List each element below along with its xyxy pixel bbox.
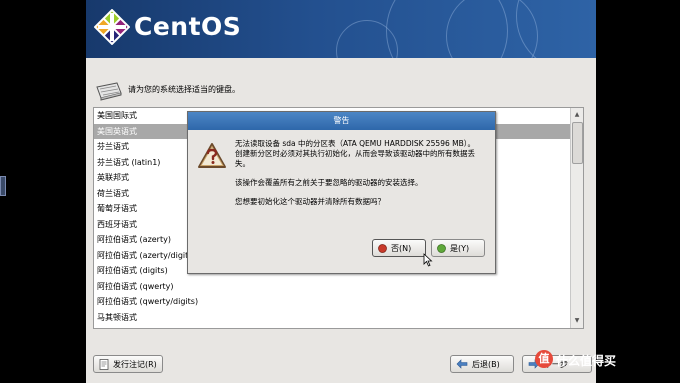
watermark-text: 什么值得买 xyxy=(556,354,617,368)
dialog-message-line1: 无法读取设备 sda 中的分区表（ATA QEMU HARDDISK 25596… xyxy=(235,139,475,148)
mouse-cursor-icon xyxy=(423,253,433,267)
dialog-message-line3: 该操作会覆盖所有之前关于要忽略的驱动器的安装选择。 xyxy=(235,178,423,187)
release-notes-button[interactable]: 发行注记(R) xyxy=(93,355,163,373)
dialog-message-line4: 您想要初始化这个驱动器并清除所有数据吗？ xyxy=(235,197,385,206)
installer-screen: CentOS 请为您的系统选择适当的键盘。 美国国际式 美国英语式 芬兰语式 芬… xyxy=(86,0,596,383)
yes-label: 是(Y) xyxy=(450,243,470,253)
notes-icon xyxy=(99,358,109,370)
red-circle-icon xyxy=(378,243,387,253)
list-item[interactable]: 阿拉伯语式 (qwerty) xyxy=(94,279,583,295)
brand-name: CentOS xyxy=(134,12,242,41)
list-item[interactable]: 阿拉伯语式 (qwerty/digits) xyxy=(94,294,583,310)
warning-icon xyxy=(198,143,226,168)
list-item[interactable]: 马其顿语式 xyxy=(94,310,583,326)
dialog-message: 无法读取设备 sda 中的分区表（ATA QEMU HARDDISK 25596… xyxy=(235,139,485,216)
watermark-badge: 值 xyxy=(535,350,553,368)
back-label: 后退(B) xyxy=(472,359,500,369)
keyboard-prompt: 请为您的系统选择适当的键盘。 xyxy=(128,85,240,94)
no-label: 否(N) xyxy=(391,243,412,253)
green-circle-icon xyxy=(437,243,446,253)
back-button[interactable]: 后退(B) xyxy=(450,355,514,373)
centos-logo-icon xyxy=(94,9,130,45)
header-banner: CentOS xyxy=(86,0,596,58)
scroll-up-arrow-icon[interactable]: ▲ xyxy=(572,110,582,120)
scroll-down-arrow-icon[interactable]: ▼ xyxy=(572,316,582,326)
warning-dialog: 警告 无法读取设备 sda 中的分区表（ATA QEMU HARDDISK 25… xyxy=(187,111,496,274)
dialog-title: 警告 xyxy=(188,112,495,130)
dialog-message-line2: 创建新分区时必须对其执行初始化，从而会导致该驱动器中的所有数据丢失。 xyxy=(235,149,475,168)
release-notes-label: 发行注记(R) xyxy=(113,359,157,369)
arrow-left-icon xyxy=(456,359,468,369)
scroll-thumb[interactable] xyxy=(572,122,583,164)
vm-side-handle[interactable] xyxy=(0,176,6,196)
list-scrollbar[interactable]: ▲ ▼ xyxy=(570,108,583,328)
yes-button[interactable]: 是(Y) xyxy=(431,239,485,257)
no-button[interactable]: 否(N) xyxy=(372,239,426,257)
keyboard-icon xyxy=(96,82,122,101)
